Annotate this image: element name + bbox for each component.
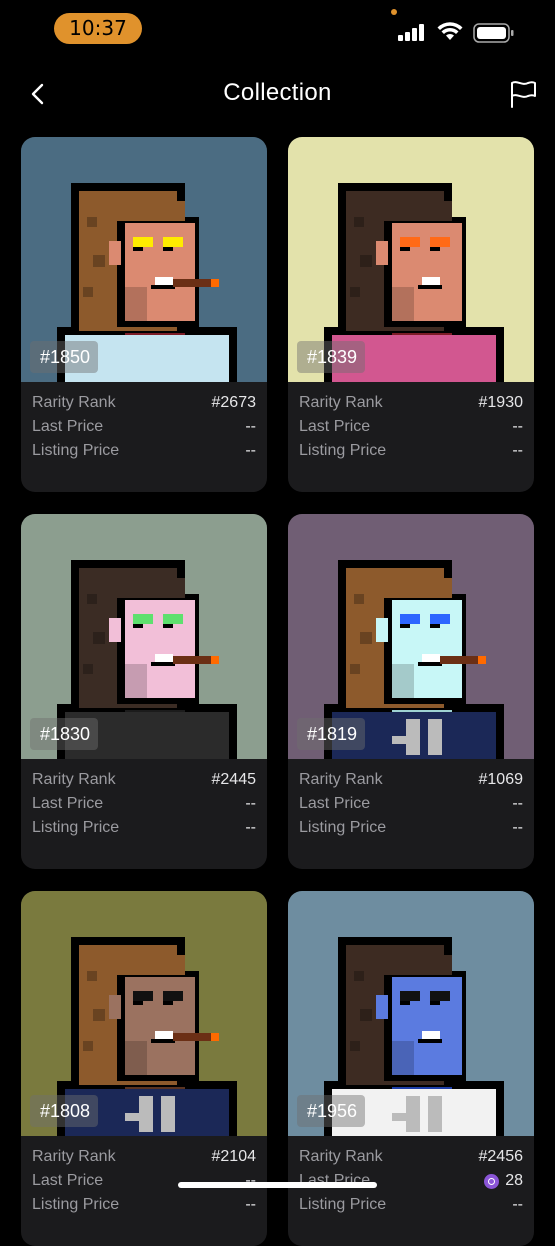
last-price-value: -- <box>245 1172 256 1189</box>
last-price-label: Last Price <box>299 1172 371 1189</box>
listing-price-value: -- <box>512 819 523 836</box>
listing-price-value: -- <box>512 1196 523 1213</box>
rarity-rank-value: #2456 <box>478 1148 524 1165</box>
last-price-label: Last Price <box>299 795 371 812</box>
card-stats: Rarity Rank #2673 Last Price -- Listing Pr… <box>32 391 256 463</box>
listing-price-label: Listing Price <box>32 819 120 836</box>
last-price-value: -- <box>512 418 523 435</box>
privacy-indicator-dot <box>391 9 397 15</box>
listing-price-label: Listing Price <box>32 442 120 459</box>
card-stats: Rarity Rank #2104 Last Price -- Listing Pr… <box>32 1145 256 1217</box>
listing-price-value: -- <box>245 819 256 836</box>
flag-icon <box>511 81 536 108</box>
nft-card[interactable]: #1830 Rarity Rank #2445 Last Price -- List… <box>21 514 267 869</box>
token-id-badge: #1850 <box>30 341 99 373</box>
token-id-badge: #1808 <box>30 1095 99 1127</box>
rarity-rank-label: Rarity Rank <box>299 1148 383 1165</box>
token-id-badge: #1956 <box>297 1095 366 1127</box>
listing-price-label: Listing Price <box>299 442 387 459</box>
last-price-value: -- <box>512 795 523 812</box>
last-price-label: Last Price <box>32 1172 104 1189</box>
nft-card[interactable]: #1839 Rarity Rank #1930 Last Price -- List… <box>288 137 534 492</box>
page-title: Collection <box>223 79 332 106</box>
wifi-icon <box>437 22 463 40</box>
last-price-amount: 28 <box>505 1172 523 1189</box>
card-stats: Rarity Rank #1069 Last Price -- Listing Pr… <box>299 768 523 840</box>
app-header: Collection <box>0 66 555 122</box>
battery-icon <box>473 23 514 43</box>
exchange-token-icon <box>484 1173 500 1189</box>
card-stats: Rarity Rank #2456 Last Price 28 Listing Pr… <box>299 1145 523 1217</box>
listing-price-value: -- <box>245 1196 256 1213</box>
last-price-label: Last Price <box>32 795 104 812</box>
listing-price-label: Listing Price <box>299 819 387 836</box>
nft-card[interactable]: #1819 Rarity Rank #1069 Last Price -- List… <box>288 514 534 869</box>
rarity-rank-label: Rarity Rank <box>299 394 383 411</box>
nft-card[interactable]: #1850 Rarity Rank #2673 Last Price -- List… <box>21 137 267 492</box>
card-stats: Rarity Rank #1930 Last Price -- Listing Pr… <box>299 391 523 463</box>
rarity-rank-value: #2104 <box>211 1148 257 1165</box>
rarity-rank-label: Rarity Rank <box>32 771 116 788</box>
card-stats: Rarity Rank #2445 Last Price -- Listing Pr… <box>32 768 256 840</box>
cellular-signal-icon <box>398 24 424 41</box>
nft-card[interactable]: #1956 Rarity Rank #2456 Last Price 28 List… <box>288 891 534 1246</box>
rarity-rank-value: #1930 <box>478 394 524 411</box>
rarity-rank-label: Rarity Rank <box>32 1148 116 1165</box>
token-id-badge: #1830 <box>30 718 99 750</box>
report-flag-button[interactable] <box>507 78 539 110</box>
status-bar: 10:37 <box>0 0 555 58</box>
status-time: 10:37 <box>54 13 142 44</box>
listing-price-label: Listing Price <box>32 1196 120 1213</box>
token-id-badge: #1819 <box>297 718 366 750</box>
rarity-rank-value: #2445 <box>211 771 257 788</box>
rarity-rank-value: #1069 <box>478 771 524 788</box>
last-price-value: 28 <box>484 1169 523 1193</box>
last-price-value: -- <box>245 418 256 435</box>
last-price-value: -- <box>245 795 256 812</box>
rarity-rank-label: Rarity Rank <box>299 771 383 788</box>
listing-price-value: -- <box>512 442 523 459</box>
listing-price-value: -- <box>245 442 256 459</box>
token-id-badge: #1839 <box>297 341 366 373</box>
home-indicator <box>178 1182 377 1188</box>
listing-price-label: Listing Price <box>299 1196 387 1213</box>
last-price-label: Last Price <box>299 418 371 435</box>
rarity-rank-label: Rarity Rank <box>32 394 116 411</box>
nft-card[interactable]: #1808 Rarity Rank #2104 Last Price -- List… <box>21 891 267 1246</box>
last-price-label: Last Price <box>32 418 104 435</box>
rarity-rank-value: #2673 <box>211 394 257 411</box>
